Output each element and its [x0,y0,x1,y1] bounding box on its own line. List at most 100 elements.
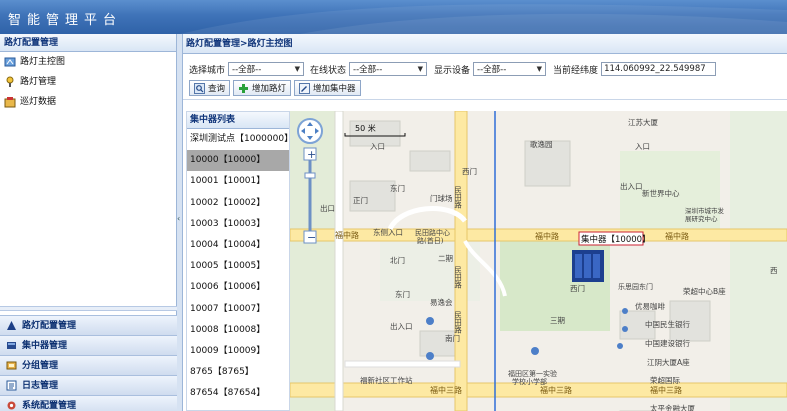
coord-label: 当前经纬度 [553,65,599,76]
place-label: 二期 [438,254,453,263]
list-item[interactable]: 10003【10003】 [187,214,289,235]
sidebar-item-patrol[interactable]: 巡灯数据 [0,92,176,112]
list-item[interactable]: 10005【10005】 [187,256,289,277]
place-label: 出口 [320,203,335,213]
list-item[interactable]: 10001【10001】 [187,171,289,192]
place-label: 深圳市城市发 [685,206,725,215]
list-item[interactable]: 10006【10006】 [187,277,289,298]
road-label: 民田路 [453,186,462,209]
search-icon [194,82,205,94]
device-select[interactable]: --全部-- ▼ [473,62,547,76]
concentrator-marker[interactable]: 集中器【10000】 [572,231,651,282]
patrol-icon [4,97,16,108]
concentrator-list-title: 集中器列表 [187,112,289,129]
place-label: 民田路中心 [415,228,450,237]
list-item[interactable]: 10007【10007】 [187,299,289,320]
road-label: 福中路 [335,230,359,240]
sidebar-item-map[interactable]: 路灯主控图 [0,52,176,72]
sidebar-item-label: 路灯主控图 [20,57,66,67]
place-label: 优易咖啡 [635,301,665,311]
accordion-streetlight-config[interactable]: 路灯配置管理 [0,315,177,335]
place-label: 福田区第一实验 [508,369,557,378]
place-label: 荣超国际 [650,375,680,385]
zoom-in-icon[interactable]: + [307,148,316,161]
concentrator-marker-label: 集中器【10000】 [581,234,651,245]
add-lamp-button-label: 增加路灯 [252,84,287,94]
query-button[interactable]: 查询 [189,80,231,96]
chevron-down-icon: ▼ [294,65,301,73]
road-label: 民田路 [453,266,462,289]
map-pan-control[interactable] [297,118,323,144]
sidebar-item-lamp[interactable]: 路灯管理 [0,72,176,92]
coord-input[interactable]: 114.060992_22.549987 [601,62,717,76]
list-item[interactable]: 8765【8765】 [187,362,289,383]
place-label: 路(首日) [417,236,444,245]
map-icon [4,57,16,67]
lamp-icon [6,76,14,87]
triangle-icon [7,321,16,330]
sidebar-item-label: 巡灯数据 [20,97,57,107]
place-label: 西 [770,266,778,275]
city-select[interactable]: --全部-- ▼ [228,62,305,76]
device-icon [7,342,16,349]
add-concentrator-button-label: 增加集中器 [313,84,356,94]
city-label: 选择城市 [189,65,226,76]
sidebar-title: 路灯配置管理 [0,34,176,52]
place-label: 歌逸园 [530,139,553,149]
accordion-log[interactable]: 日志管理 [0,375,177,395]
status-label: 在线状态 [310,65,347,76]
map-canvas[interactable]: 福中路 福中路 福中路 福中三路 福中三路 福中三路 民田路 民田路 民田路 江… [290,111,787,411]
app-header: 智能管理平台 [0,0,787,34]
list-item[interactable]: 87654【87654】 [187,383,289,404]
list-item[interactable]: 深圳测试点【1000000】 [187,129,293,150]
place-label: 中国民生银行 [645,319,690,329]
place-label: 新世界中心 [642,188,680,198]
map-view[interactable]: 福中路 福中路 福中路 福中三路 福中三路 福中三路 民田路 民田路 民田路 江… [290,111,787,411]
breadcrumb: 路灯配置管理>路灯主控图 [183,34,787,54]
road-label: 民田路 [453,311,462,334]
road-label: 福中路 [535,231,559,241]
log-icon [6,380,17,391]
list-item[interactable]: 10002【10002】 [187,193,289,214]
collapse-arrow-icon: ‹ [177,214,181,223]
concentrator-list: 集中器列表 深圳测试点【1000000】 10000【10000】 10001【… [186,111,293,411]
road-label: 福中三路 [430,385,462,395]
place-label: 正门 [353,196,368,205]
place-label: 东侧入口 [373,227,403,237]
add-lamp-button[interactable]: 增加路灯 [233,80,292,96]
accordion-label: 集中器管理 [22,340,68,351]
place-label: 易逸会 [430,297,453,307]
list-item[interactable]: 10009【10009】 [187,341,289,362]
map-scale-label: 50 米 [355,123,376,133]
zoom-out-icon[interactable]: − [307,231,316,244]
list-item[interactable]: 10008【10008】 [187,320,289,341]
place-label: 三期 [550,316,565,325]
accordion-label: 日志管理 [22,380,59,391]
accordion-group[interactable]: 分组管理 [0,355,177,375]
accordion-label: 分组管理 [22,360,59,371]
place-label: 荣超中心B座 [683,286,726,296]
accordion-label: 系统配置管理 [22,400,77,411]
place-label: 出入口 [620,181,643,191]
status-select[interactable]: --全部-- ▼ [349,62,428,76]
add-concentrator-button[interactable]: 增加集中器 [294,80,361,96]
place-label: 入口 [370,142,385,151]
accordion-label: 路灯配置管理 [22,320,77,331]
place-label: 中国建设银行 [645,338,690,348]
filter-bar: 选择城市 --全部-- ▼ 在线状态 --全部-- ▼ 显示设备 --全部-- … [183,54,787,100]
settings-icon [7,401,16,410]
list-item[interactable]: 10004【10004】 [187,235,289,256]
device-select-value: --全部-- [477,65,507,75]
chevron-down-icon: ▼ [417,65,424,73]
list-item-selected[interactable]: 10000【10000】 [187,150,289,172]
accordion-concentrator[interactable]: 集中器管理 [0,335,177,355]
sidebar-item-label: 路灯管理 [20,77,57,87]
place-label: 福新社区工作站 [360,375,413,385]
place-label: 东门 [390,183,405,193]
place-label: 江阴大厦A座 [647,357,690,367]
sidebar-splitter[interactable] [0,306,177,311]
place-label: 乐思园东门 [618,282,653,291]
road-label: 福中路 [665,231,689,241]
accordion-system-config[interactable]: 系统配置管理 [0,395,177,411]
app-title: 智能管理平台 [8,13,123,28]
